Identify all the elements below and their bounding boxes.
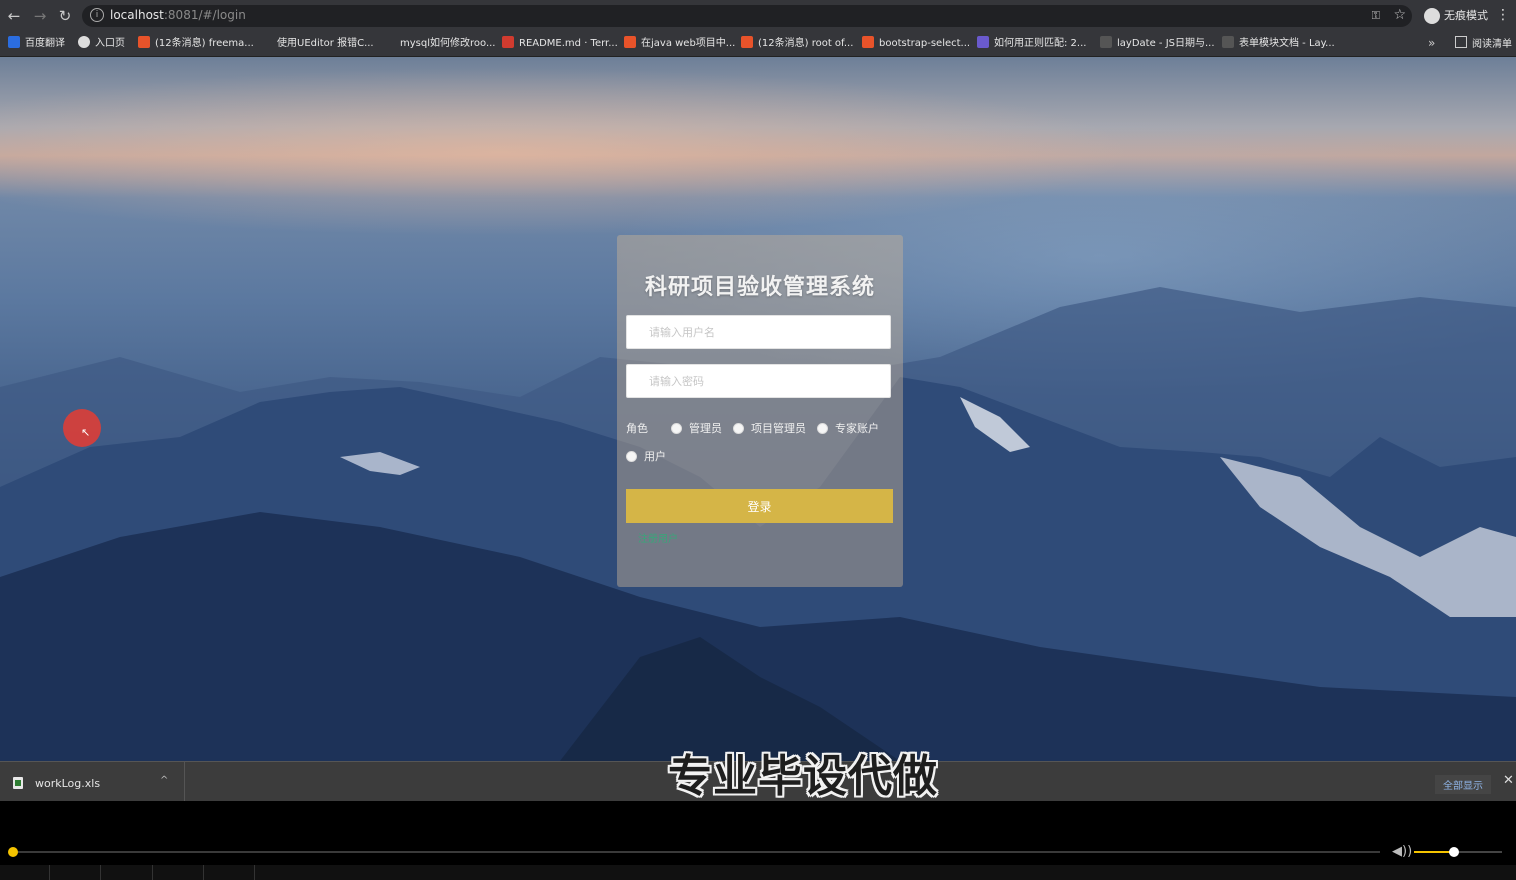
progress-track[interactable] [14,851,1380,853]
bookmark-item[interactable]: 使用UEditor 报错C... [277,36,374,52]
taskbar-strip [0,865,1516,880]
bookmark-item[interactable]: mysql如何修改roo... [400,36,495,52]
reading-list[interactable]: 阅读清单 [1455,36,1512,53]
radio-icon [817,422,828,434]
taskbar-slot[interactable] [204,865,255,880]
forward-icon[interactable]: → [30,6,50,26]
bookmark-item[interactable]: README.md · Terr... [502,36,618,52]
bookmarks-bar: 百度翻译 入口页 (12条消息) freema... 使用UEditor 报错C… [0,32,1516,57]
bookmark-item[interactable]: layDate - JS日期与... [1100,36,1215,52]
bookmark-item[interactable]: (12条消息) freema... [138,36,254,52]
address-bar[interactable]: i localhost:8081/#/login [82,5,1412,27]
login-button[interactable]: 登录 [626,489,893,523]
password-key-icon[interactable]: ⚿ [1372,9,1380,23]
incognito-icon [1424,8,1440,24]
watermark-caption: 专业毕设代做 [668,751,938,802]
username-input[interactable] [626,315,891,349]
bookmark-item[interactable]: 百度翻译 [8,36,65,52]
role-label: 角色 [626,422,648,435]
url-text: localhost:8081/#/login [110,8,246,22]
taskbar-slot[interactable] [101,865,153,880]
page-title: 科研项目验收管理系统 [644,275,875,300]
browser-menu-icon[interactable]: ⋮ [1496,7,1510,23]
password-input[interactable] [626,364,891,398]
excel-file-icon [13,777,23,789]
site-info-icon[interactable]: i [90,8,104,22]
radio-icon [733,422,744,434]
bookmark-favicon-icon [741,36,753,48]
bookmark-favicon-icon [502,36,514,48]
login-form: 科研项目验收管理系统 角色 管理员 项目管理员 专家账户 用户 登录 注册用户 [617,235,903,587]
download-file-name: workLog.xls [35,777,101,790]
bookmark-favicon-icon [624,36,636,48]
bookmark-item[interactable]: 表单模块文档 - Lay... [1222,36,1335,52]
browser-toolbar: ← → ↻ i localhost:8081/#/login ⚿ ☆ 无痕模式 … [0,0,1516,32]
bookmark-favicon-icon [1222,36,1234,48]
bookmark-favicon-icon [977,36,989,48]
volume-knob[interactable] [1449,847,1459,857]
mouse-cursor-icon: ↖ [81,426,91,439]
radio-icon [626,450,637,462]
bookmark-favicon-icon [138,36,150,48]
close-icon[interactable]: ✕ [1503,773,1514,788]
bookmark-item[interactable]: 入口页 [78,36,125,52]
volume-fill [1414,851,1454,853]
progress-knob[interactable] [8,847,18,857]
taskbar-slot[interactable] [153,865,204,880]
bookmark-item[interactable]: (12条消息) root of... [741,36,853,52]
bookmark-favicon-icon [1100,36,1112,48]
role-radio-user[interactable]: 用户 [626,448,666,464]
taskbar-slot[interactable] [50,865,101,880]
login-page-background: ↖ 科研项目验收管理系统 角色 管理员 项目管理员 专家账户 用户 登录 注册用… [0,57,1516,761]
bookmark-item[interactable]: bootstrap-select... [862,36,970,52]
bookmark-favicon-icon [8,36,20,48]
bookmark-item[interactable]: 在java web项目中... [624,36,735,52]
bookmark-favicon-icon [78,36,90,48]
incognito-badge[interactable]: 无痕模式 [1424,7,1488,24]
volume-icon[interactable]: ◀)) [1392,844,1412,859]
role-radio-project-manager[interactable]: 项目管理员 [733,420,806,436]
more-bookmarks-icon[interactable]: » [1428,36,1435,50]
reload-icon[interactable]: ↻ [55,6,75,26]
download-item[interactable]: workLog.xls ^ [0,762,185,802]
bookmark-star-icon[interactable]: ☆ [1393,7,1406,23]
role-radio-admin[interactable]: 管理员 [671,420,722,436]
back-icon[interactable]: ← [4,6,24,26]
chevron-up-icon[interactable]: ^ [160,775,168,786]
taskbar-slot[interactable] [0,865,50,880]
register-link[interactable]: 注册用户 [638,530,678,545]
radio-icon [671,422,682,434]
reading-list-icon [1455,36,1467,48]
role-radio-expert[interactable]: 专家账户 [817,420,879,436]
bookmark-favicon-icon [862,36,874,48]
show-all-downloads-button[interactable]: 全部显示 [1435,775,1491,794]
bookmark-item[interactable]: 如何用正则匹配: 2... [977,36,1086,52]
